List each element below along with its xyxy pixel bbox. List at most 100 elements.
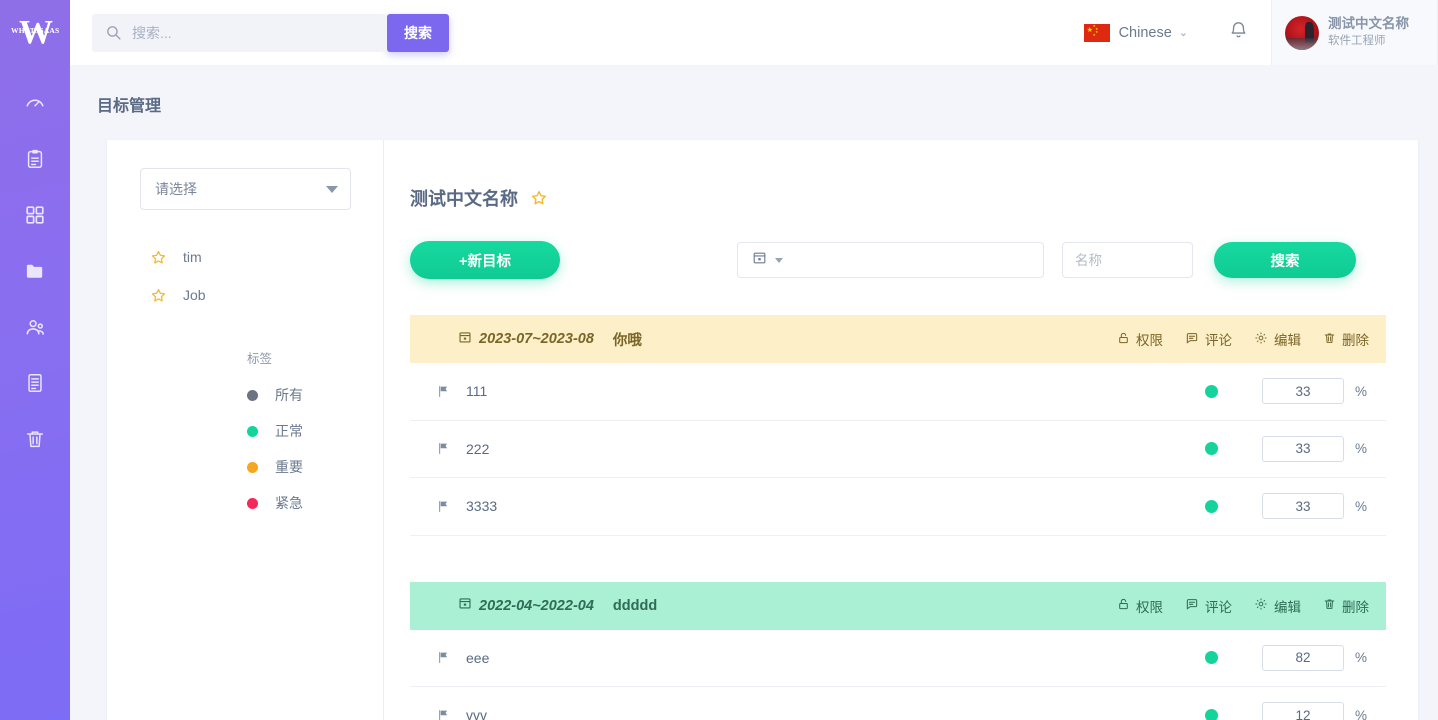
table-cell-name: 3333	[466, 498, 1205, 514]
list-item[interactable]: Job	[107, 276, 383, 314]
search-submit-button[interactable]: 搜索	[387, 14, 449, 52]
percent-sign: %	[1355, 708, 1369, 720]
tag-item-urgent[interactable]: 紧急	[107, 485, 383, 521]
table-cell-name: vvv	[466, 707, 1205, 720]
goal-search-button[interactable]: 搜索	[1214, 242, 1356, 278]
comment-icon	[1185, 597, 1199, 614]
app-root: W WHATSSAAS	[0, 0, 1438, 720]
percent-sign: %	[1355, 384, 1369, 399]
tag-label: 所有	[275, 385, 303, 405]
profile-text: 测试中文名称 软件工程师	[1328, 16, 1409, 48]
app-logo[interactable]: W WHATSSAAS	[0, 0, 70, 65]
trash-icon	[1323, 597, 1336, 614]
goal-name: 测试中文名称	[410, 185, 518, 211]
delete-button[interactable]: 删除	[1323, 596, 1369, 616]
chevron-down-icon: ⌄	[1179, 26, 1188, 39]
language-selector[interactable]: ★ ★★ ★★ Chinese ⌄	[1078, 24, 1194, 42]
sidebar-item-trash[interactable]	[0, 411, 70, 467]
project-select-value: 请选择	[155, 179, 326, 199]
goal-groups: 2023-07~2023-08 你哦	[410, 315, 1386, 720]
sidebar-item-tasks[interactable]	[0, 131, 70, 187]
status-dot-icon	[1205, 500, 1218, 513]
edit-label: 编辑	[1274, 329, 1301, 349]
date-range-picker[interactable]	[737, 242, 1044, 278]
goal-group-meta: 2022-04~2022-04 ddddd	[458, 596, 1117, 615]
progress-input[interactable]	[1262, 378, 1344, 404]
calendar-icon	[458, 330, 472, 349]
lock-icon	[1117, 331, 1130, 348]
status-dot-icon	[1205, 651, 1218, 664]
table-row[interactable]: vvv %	[410, 687, 1386, 720]
permissions-button[interactable]: 权限	[1117, 596, 1163, 616]
progress-input[interactable]	[1262, 436, 1344, 462]
goal-group-title: ddddd	[613, 598, 657, 614]
status-dot-icon	[1205, 442, 1218, 455]
project-select[interactable]: 请选择	[140, 168, 351, 210]
comments-button[interactable]: 评论	[1185, 596, 1232, 616]
table-cell-name: 111	[466, 383, 1205, 399]
search-input[interactable]	[122, 25, 387, 41]
goal-group-daterange: 2022-04~2022-04	[479, 598, 594, 614]
tags-section-title: 标签	[247, 348, 383, 367]
tag-label: 正常	[275, 421, 303, 441]
delete-button[interactable]: 删除	[1323, 329, 1369, 349]
flag-icon	[436, 384, 450, 399]
calendar-icon	[752, 250, 767, 270]
tag-item-all[interactable]: 所有	[107, 377, 383, 413]
sidebar-item-team[interactable]	[0, 299, 70, 355]
delete-label: 删除	[1342, 596, 1369, 616]
clipboard-icon	[24, 148, 46, 170]
delete-label: 删除	[1342, 329, 1369, 349]
filter-panel: 请选择 tim	[107, 140, 384, 720]
name-filter-input[interactable]	[1062, 242, 1193, 278]
goal-group: 2023-07~2023-08 你哦	[410, 315, 1386, 536]
list-item[interactable]: tim	[107, 238, 383, 276]
lock-icon	[1117, 597, 1130, 614]
table-row[interactable]: 111 %	[410, 363, 1386, 421]
notifications-button[interactable]	[1228, 20, 1249, 46]
status-dot-icon	[1205, 385, 1218, 398]
table-row[interactable]: eee %	[410, 630, 1386, 688]
table-row[interactable]: 3333 %	[410, 478, 1386, 536]
flag-icon	[436, 708, 450, 720]
star-icon[interactable]	[530, 189, 548, 207]
list-item-label: tim	[183, 249, 202, 265]
goal-group-header: 2022-04~2022-04 ddddd	[410, 582, 1386, 630]
progress-input[interactable]	[1262, 645, 1344, 671]
tag-item-important[interactable]: 重要	[107, 449, 383, 485]
status-dot-icon	[247, 462, 258, 473]
comments-button[interactable]: 评论	[1185, 329, 1232, 349]
search-box[interactable]	[92, 14, 387, 52]
edit-button[interactable]: 编辑	[1254, 329, 1301, 349]
document-icon	[24, 372, 46, 394]
sidebar-item-apps[interactable]	[0, 187, 70, 243]
sidebar-item-dashboard[interactable]	[0, 75, 70, 131]
sidebar-item-files[interactable]	[0, 243, 70, 299]
page-title: 目标管理	[97, 92, 161, 116]
goal-group-title: 你哦	[613, 329, 642, 350]
goal-group-meta: 2023-07~2023-08 你哦	[458, 329, 1117, 350]
search-icon	[105, 24, 122, 41]
sidebar-item-reports[interactable]	[0, 355, 70, 411]
trash-icon	[1323, 331, 1336, 348]
calendar-icon	[458, 596, 472, 615]
permissions-button[interactable]: 权限	[1117, 329, 1163, 349]
tag-item-normal[interactable]: 正常	[107, 413, 383, 449]
percent-sign: %	[1355, 650, 1369, 665]
status-dot-icon	[247, 426, 258, 437]
edit-button[interactable]: 编辑	[1254, 596, 1301, 616]
tags-list: 所有 正常 重要 紧急	[107, 377, 383, 521]
table-cell-name: eee	[466, 650, 1205, 666]
progress-input[interactable]	[1262, 702, 1344, 720]
new-goal-button[interactable]: +新目标	[410, 241, 560, 279]
permissions-label: 权限	[1136, 596, 1163, 616]
user-profile-menu[interactable]: 测试中文名称 软件工程师	[1271, 0, 1438, 65]
table-row[interactable]: 222 %	[410, 421, 1386, 479]
star-icon	[150, 287, 167, 304]
progress-input[interactable]	[1262, 493, 1344, 519]
cn-flag-icon: ★ ★★ ★★	[1084, 24, 1110, 42]
chevron-down-icon	[326, 186, 338, 193]
tag-label: 重要	[275, 457, 303, 477]
sidebar-items	[0, 75, 70, 467]
goal-panel: 测试中文名称 +新目标	[384, 140, 1418, 720]
